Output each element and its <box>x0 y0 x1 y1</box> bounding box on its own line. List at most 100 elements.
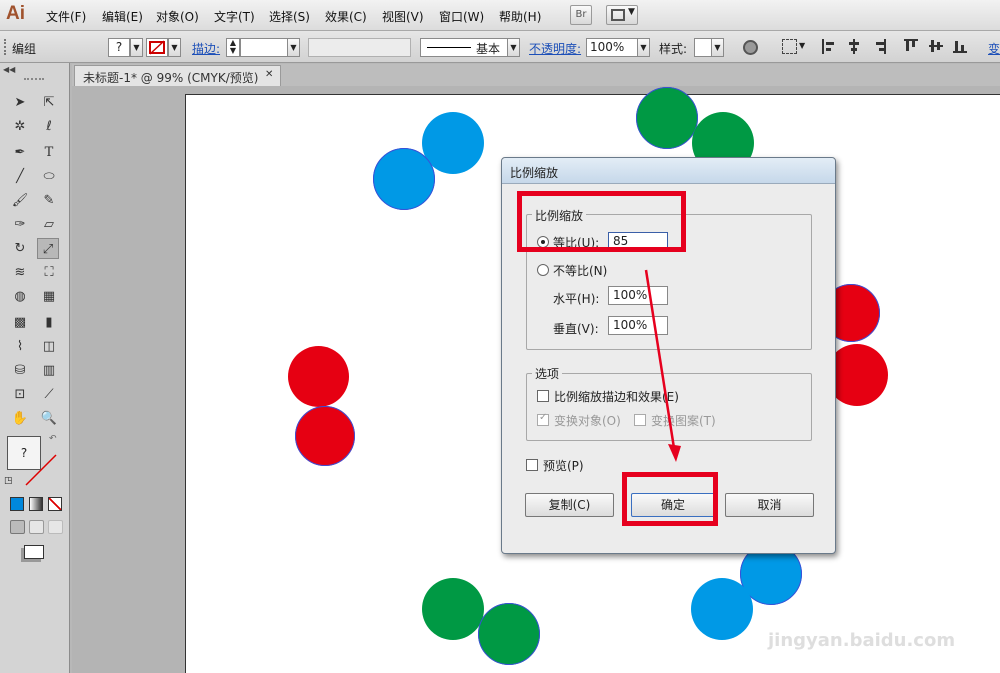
reference-point-icon[interactable] <box>782 39 797 54</box>
align-vcenter-icon[interactable] <box>929 39 943 53</box>
align-bottom-icon[interactable] <box>953 39 967 53</box>
none-mode-icon[interactable] <box>48 497 62 511</box>
opacity-input[interactable]: 100% <box>586 38 638 57</box>
variable-width-profile[interactable] <box>308 38 411 57</box>
copy-button[interactable]: 复制(C) <box>525 493 614 517</box>
line-tool-icon[interactable]: ╱ <box>9 166 31 187</box>
transform-objects-label: 变换对象(O) <box>554 414 621 428</box>
blend-tool-icon[interactable]: ◫ <box>38 336 60 357</box>
fill-dropdown[interactable]: ▼ <box>130 38 143 57</box>
menu-object[interactable]: 对象(O) <box>156 8 199 25</box>
red-circle-selected[interactable] <box>295 406 355 466</box>
stroke-swatch[interactable] <box>146 38 168 57</box>
bridge-button[interactable]: Br <box>570 5 592 25</box>
menu-window[interactable]: 窗口(W) <box>439 8 484 25</box>
symbol-sprayer-tool-icon[interactable]: ⛁ <box>9 360 31 381</box>
eyedropper-tool-icon[interactable]: ⌇ <box>9 336 31 357</box>
panel-grip[interactable] <box>24 78 44 81</box>
menu-effect[interactable]: 效果(C) <box>325 8 367 25</box>
stroke-weight-dropdown[interactable]: ▼ <box>287 38 300 57</box>
preview-checkbox[interactable] <box>526 459 538 471</box>
perspective-grid-tool-icon[interactable]: ▦ <box>38 286 60 307</box>
blue-circle[interactable] <box>691 578 753 640</box>
cancel-button[interactable]: 取消 <box>725 493 814 517</box>
panel-collapse-icon[interactable]: ◀◀ <box>3 65 15 74</box>
draw-inside-icon[interactable] <box>48 520 63 534</box>
direct-selection-tool-icon[interactable]: ⇱ <box>38 92 60 113</box>
tools-panel: ◀◀ ➤ ⇱ ✲ ℓ ✒ T ╱ ⬭ 🖌 ✎ ✑ ▱ ↻ ⤢ ≋ ⛶ ◍ ▦ ▩… <box>0 63 70 673</box>
close-icon[interactable]: ✕ <box>265 69 273 80</box>
default-colors-icon[interactable]: ◳ <box>4 476 13 486</box>
pen-tool-icon[interactable]: ✒ <box>9 142 31 163</box>
rotate-tool-icon[interactable]: ↻ <box>9 238 31 259</box>
menu-view[interactable]: 视图(V) <box>382 8 424 25</box>
blue-circle-selected[interactable] <box>373 148 435 210</box>
vertical-input[interactable]: 100% <box>608 316 668 335</box>
artboard-tool-icon[interactable]: ⊡ <box>9 384 31 405</box>
screen-mode-icon[interactable] <box>24 545 44 559</box>
align-right-icon[interactable] <box>874 39 886 54</box>
menu-select[interactable]: 选择(S) <box>269 8 310 25</box>
blob-brush-tool-icon[interactable]: ✑ <box>9 214 31 235</box>
brush-style-dropdown[interactable]: ▼ <box>507 38 520 57</box>
fill-swatch[interactable]: ? <box>108 38 130 57</box>
stroke-weight-stepper[interactable]: ▲ ▼ <box>226 38 240 57</box>
graph-tool-icon[interactable]: ▥ <box>38 360 60 381</box>
horizontal-input[interactable]: 100% <box>608 286 668 305</box>
transform-patterns-checkbox[interactable] <box>634 414 646 426</box>
gradient-mode-icon[interactable] <box>29 497 43 511</box>
paintbrush-tool-icon[interactable]: 🖌 <box>9 190 31 211</box>
draw-normal-icon[interactable] <box>10 520 25 534</box>
document-tab[interactable]: 未标题-1* @ 99% (CMYK/预览) ✕ <box>74 65 281 86</box>
green-circle-selected[interactable] <box>636 87 698 149</box>
selection-tool-icon[interactable]: ➤ <box>9 92 31 113</box>
menu-help[interactable]: 帮助(H) <box>499 8 541 25</box>
opacity-dropdown[interactable]: ▼ <box>637 38 650 57</box>
align-left-icon[interactable] <box>822 39 834 54</box>
brush-style-select[interactable]: 基本 <box>420 38 508 57</box>
transform-objects-checkbox[interactable]: ✓ <box>537 412 549 426</box>
scale-tool-icon[interactable]: ⤢ <box>37 238 59 259</box>
menu-file[interactable]: 文件(F) <box>46 8 86 25</box>
type-tool-icon[interactable]: T <box>38 142 60 163</box>
graphic-style-swatch[interactable] <box>694 38 712 57</box>
mesh-tool-icon[interactable]: ▩ <box>9 312 31 333</box>
highlight-box-ok-button <box>622 472 718 526</box>
transform-link[interactable]: 变 <box>988 40 1000 57</box>
hand-tool-icon[interactable]: ✋ <box>9 408 31 429</box>
menu-edit[interactable]: 编辑(E) <box>102 8 143 25</box>
menu-type[interactable]: 文字(T) <box>214 8 255 25</box>
width-tool-icon[interactable]: ≋ <box>9 262 31 283</box>
pencil-tool-icon[interactable]: ✎ <box>38 190 60 211</box>
highlight-box-scale-group <box>517 191 686 252</box>
nonuniform-radio[interactable] <box>537 264 549 276</box>
grip-icon <box>4 39 6 55</box>
align-center-icon[interactable] <box>848 39 860 54</box>
lasso-tool-icon[interactable]: ℓ <box>38 116 60 137</box>
recolor-icon[interactable] <box>743 40 758 55</box>
magic-wand-tool-icon[interactable]: ✲ <box>9 116 31 137</box>
opacity-label[interactable]: 不透明度: <box>529 40 581 57</box>
green-circle[interactable] <box>422 578 484 640</box>
ellipse-tool-icon[interactable]: ⬭ <box>38 166 60 187</box>
slice-tool-icon[interactable]: ⟋ <box>38 384 60 405</box>
workspace-layout-button[interactable]: ▼ <box>606 5 638 25</box>
scale-strokes-checkbox[interactable] <box>537 390 549 402</box>
zoom-tool-icon[interactable]: 🔍 <box>38 408 60 429</box>
eraser-tool-icon[interactable]: ▱ <box>38 214 60 235</box>
free-transform-tool-icon[interactable]: ⛶ <box>38 262 60 283</box>
draw-behind-icon[interactable] <box>29 520 44 534</box>
align-top-icon[interactable] <box>904 39 918 53</box>
gradient-tool-icon[interactable]: ▮ <box>38 312 60 333</box>
stroke-label[interactable]: 描边: <box>192 40 220 57</box>
green-circle-selected[interactable] <box>478 603 540 665</box>
fill-stroke-widget[interactable]: ? ↶ ◳ <box>4 434 59 488</box>
red-circle[interactable] <box>288 346 349 407</box>
stroke-dropdown[interactable]: ▼ <box>168 38 181 57</box>
graphic-style-dropdown[interactable]: ▼ <box>711 38 724 57</box>
chevron-down-icon[interactable]: ▼ <box>799 41 805 50</box>
stroke-weight-input[interactable] <box>240 38 288 57</box>
shape-builder-tool-icon[interactable]: ◍ <box>9 286 31 307</box>
color-mode-icon[interactable] <box>10 497 24 511</box>
swap-icon[interactable]: ↶ <box>49 434 57 444</box>
